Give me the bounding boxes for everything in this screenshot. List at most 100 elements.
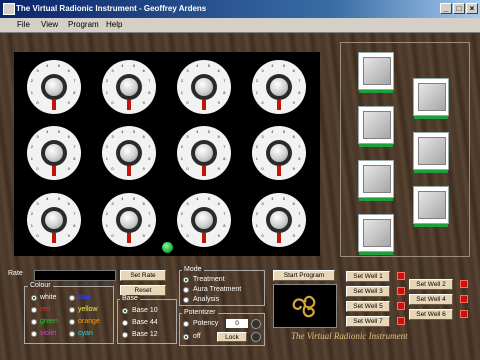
lock-knob[interactable] bbox=[251, 332, 261, 342]
potency-radio[interactable] bbox=[183, 321, 189, 327]
potentizer-off-radio[interactable] bbox=[183, 334, 189, 340]
dial-tick-label: 4 bbox=[196, 62, 199, 68]
colour-radio-cyan[interactable] bbox=[69, 331, 75, 337]
rate-dial[interactable]: 0123456789 bbox=[252, 60, 306, 114]
dial-pointer bbox=[52, 100, 56, 110]
well-base bbox=[414, 116, 448, 119]
rate-dial[interactable]: 0123456789 bbox=[27, 193, 81, 247]
dial-tick-label: 5 bbox=[132, 62, 135, 68]
dial-tick-label: 2 bbox=[105, 144, 108, 150]
set-well-button-1[interactable]: Set Well 1 bbox=[346, 271, 390, 282]
dial-tick-label: 5 bbox=[57, 128, 60, 134]
dial-knob[interactable] bbox=[45, 211, 63, 229]
rate-field[interactable] bbox=[34, 270, 116, 281]
maximize-button[interactable]: □ bbox=[453, 3, 465, 14]
rate-dial[interactable]: 0123456789 bbox=[177, 60, 231, 114]
close-button[interactable]: × bbox=[466, 3, 478, 14]
dial-knob[interactable] bbox=[195, 144, 213, 162]
rate-dial[interactable]: 0123456789 bbox=[177, 126, 231, 180]
menu-file[interactable]: File bbox=[17, 20, 30, 29]
menu-program[interactable]: Program bbox=[68, 20, 99, 29]
dial-knob[interactable] bbox=[120, 211, 138, 229]
mode-radio-2[interactable] bbox=[183, 297, 189, 303]
colour-radio-yellow[interactable] bbox=[69, 307, 75, 313]
dial-pointer bbox=[202, 100, 206, 110]
rate-dial[interactable]: 0123456789 bbox=[252, 193, 306, 247]
dial-knob[interactable] bbox=[195, 211, 213, 229]
dial-tick-label: 8 bbox=[223, 155, 226, 161]
well-indicator-led bbox=[460, 280, 468, 288]
dial-tick-label: 2 bbox=[255, 144, 258, 150]
dial-knob[interactable] bbox=[120, 78, 138, 96]
colour-label-cyan: cyan bbox=[78, 330, 93, 337]
dial-knob[interactable] bbox=[195, 78, 213, 96]
base-radio-1[interactable] bbox=[122, 320, 128, 326]
dial-tick-label: 5 bbox=[207, 195, 210, 201]
potency-value-field[interactable]: 0 bbox=[226, 319, 248, 328]
menu-help[interactable]: Help bbox=[106, 20, 122, 29]
potency-spinner[interactable] bbox=[251, 319, 261, 329]
colour-radio-orange[interactable] bbox=[69, 319, 75, 325]
dial-tick-label: 7 bbox=[223, 78, 226, 84]
dial-knob[interactable] bbox=[120, 144, 138, 162]
mode-radio-0[interactable] bbox=[183, 277, 189, 283]
dial-tick-label: 6 bbox=[292, 201, 295, 207]
base-radio-0[interactable] bbox=[122, 308, 128, 314]
well-indicator-led bbox=[460, 310, 468, 318]
set-rate-button[interactable]: Set Rate bbox=[120, 270, 166, 281]
rate-dial[interactable]: 0123456789 bbox=[177, 193, 231, 247]
start-program-button[interactable]: Start Program bbox=[273, 270, 335, 281]
colour-radio-violet[interactable] bbox=[31, 331, 37, 337]
window-title: The Virtual Radionic Instrument - Geoffr… bbox=[16, 4, 207, 13]
dial-tick-label: 8 bbox=[298, 89, 301, 95]
dial-knob[interactable] bbox=[45, 144, 63, 162]
dial-pointer bbox=[277, 166, 281, 176]
colour-radio-green[interactable] bbox=[31, 319, 37, 325]
dial-tick-label: 0 bbox=[36, 165, 39, 171]
set-well-button-5[interactable]: Set Well 5 bbox=[346, 301, 390, 312]
set-well-button-7[interactable]: Set Well 7 bbox=[346, 316, 390, 327]
dial-pointer bbox=[277, 100, 281, 110]
set-well-button-4[interactable]: Set Well 4 bbox=[409, 294, 453, 305]
set-well-button-3[interactable]: Set Well 3 bbox=[346, 286, 390, 297]
colour-radio-white[interactable] bbox=[31, 295, 37, 301]
minimize-button[interactable]: _ bbox=[440, 3, 452, 14]
dial-pointer bbox=[52, 166, 56, 176]
base-radio-2[interactable] bbox=[122, 332, 128, 338]
set-well-button-2[interactable]: Set Well 2 bbox=[409, 279, 453, 290]
rate-dial[interactable]: 0123456789 bbox=[102, 126, 156, 180]
rate-dial[interactable]: 0123456789 bbox=[252, 126, 306, 180]
well-indicator-led bbox=[397, 302, 405, 310]
menu-view[interactable]: View bbox=[41, 20, 58, 29]
dial-tick-label: 5 bbox=[57, 195, 60, 201]
well-inner bbox=[363, 219, 391, 247]
colour-label-blue: blue bbox=[78, 294, 92, 301]
dial-tick-label: 3 bbox=[261, 68, 264, 74]
mode-radio-1[interactable] bbox=[183, 287, 189, 293]
dial-tick-label: 5 bbox=[282, 128, 285, 134]
colour-radio-blue[interactable] bbox=[69, 295, 75, 301]
dial-knob[interactable] bbox=[45, 78, 63, 96]
rate-dial[interactable]: 0123456789 bbox=[102, 60, 156, 114]
well-inner bbox=[418, 191, 446, 219]
base-label: Base 10 bbox=[132, 307, 158, 314]
dial-tick-label: 3 bbox=[111, 134, 114, 140]
dial-tick-label: 2 bbox=[30, 144, 33, 150]
set-well-button-6[interactable]: Set Well 6 bbox=[409, 309, 453, 320]
dial-tick-label: 0 bbox=[111, 165, 114, 171]
rate-dial[interactable]: 0123456789 bbox=[27, 60, 81, 114]
well-base bbox=[359, 252, 393, 255]
lock-button[interactable]: Lock bbox=[217, 332, 247, 342]
dial-tick-label: 9 bbox=[292, 99, 295, 105]
colour-radio-red[interactable] bbox=[31, 307, 37, 313]
rate-dial[interactable]: 0123456789 bbox=[102, 193, 156, 247]
well-indicator-led bbox=[397, 287, 405, 295]
dial-tick-label: 1 bbox=[255, 155, 258, 161]
rate-dial[interactable]: 0123456789 bbox=[27, 126, 81, 180]
colour-label-violet: violet bbox=[40, 330, 57, 337]
dial-knob[interactable] bbox=[270, 211, 288, 229]
dial-knob[interactable] bbox=[270, 78, 288, 96]
dial-tick-label: 8 bbox=[148, 222, 151, 228]
dial-tick-label: 9 bbox=[217, 99, 220, 105]
dial-knob[interactable] bbox=[270, 144, 288, 162]
